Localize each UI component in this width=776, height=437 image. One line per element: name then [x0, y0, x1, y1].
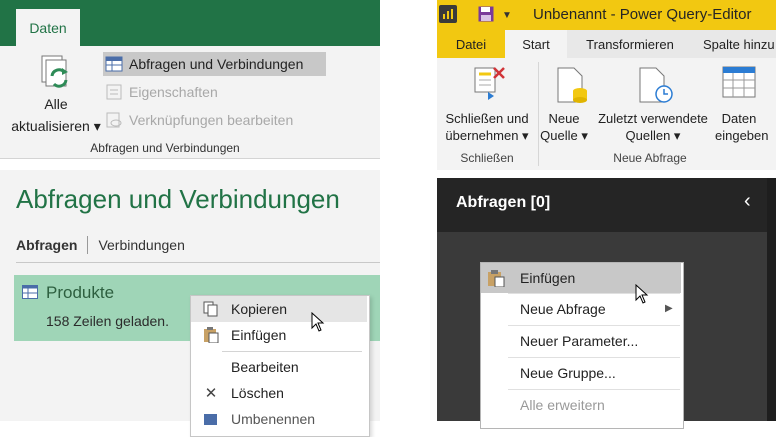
menu-separator: [222, 351, 362, 352]
table-icon: [22, 285, 38, 304]
group-label-close: Schließen: [460, 151, 514, 165]
menu-item-label: Neuer Parameter...: [520, 333, 639, 349]
menu-item-edit[interactable]: Bearbeiten: [191, 354, 367, 380]
tab-datei[interactable]: Datei: [437, 30, 505, 58]
pane-title: Abfragen [0]: [456, 194, 551, 211]
mouse-cursor-icon: [635, 283, 649, 309]
edit-links-button: Verknüpfungen bearbeiten: [103, 108, 315, 132]
refresh-all-dropdown[interactable]: aktualisieren ▾: [6, 118, 106, 135]
tab-connections[interactable]: Verbindungen: [98, 237, 184, 253]
menu-item-new-group[interactable]: Neue Gruppe...: [481, 358, 681, 388]
properties-icon: [105, 83, 123, 101]
tab-queries[interactable]: Abfragen: [16, 237, 77, 253]
menu-item-label: Einfügen: [520, 270, 576, 286]
menu-item-label: Umbenennen: [231, 411, 316, 427]
menu-item-paste[interactable]: Einfügen: [191, 322, 367, 348]
button-label: eingeben: [715, 128, 769, 143]
enter-data-icon[interactable]: [722, 66, 756, 105]
button-label: Schließen und: [445, 111, 529, 126]
menu-item-rename[interactable]: Umbenennen: [191, 406, 367, 432]
menu-item-new-query[interactable]: Neue Abfrage: [481, 294, 681, 324]
button-label: Neue: [548, 111, 580, 126]
menu-item-label: Einfügen: [231, 327, 287, 343]
recent-sources-button[interactable]: Zuletzt verwendete Quellen ▾: [593, 110, 713, 144]
button-label: Zuletzt verwendete: [598, 111, 708, 126]
recent-sources-icon[interactable]: [638, 66, 678, 111]
submenu-arrow-icon: ▶: [665, 303, 673, 314]
rename-icon: [191, 411, 231, 427]
new-source-icon[interactable]: [556, 66, 590, 111]
mouse-cursor-icon: [311, 311, 325, 337]
pane-tabs: Abfragen Verbindungen: [16, 236, 185, 254]
button-label: Daten: [721, 111, 757, 126]
button-label: Quellen ▾: [625, 128, 681, 143]
menu-item-paste[interactable]: Einfügen: [481, 263, 681, 293]
copy-icon: [191, 301, 231, 317]
menu-item-expand-all: Alle erweitern: [481, 390, 681, 420]
delete-icon: ✕: [204, 385, 218, 402]
queries-connections-button[interactable]: Abfragen und Verbindungen: [103, 52, 326, 76]
powerbi-logo-icon: [439, 5, 457, 23]
group-label-new-query: Neue Abfrage: [613, 151, 687, 165]
pane-edge: [767, 178, 776, 421]
tab-daten[interactable]: Daten: [16, 9, 80, 46]
tab-spalte-hinzu[interactable]: Spalte hinzu: [703, 30, 776, 58]
menu-item-label: Neue Abfrage: [520, 301, 606, 317]
menu-item-new-parameter[interactable]: Neuer Parameter...: [481, 326, 681, 356]
properties-label: Eigenschaften: [129, 84, 218, 100]
divider: [16, 262, 380, 263]
ribbon-separator: [538, 62, 539, 166]
collapse-chevron-icon[interactable]: ‹: [744, 190, 751, 213]
button-label: übernehmen ▾: [445, 128, 529, 143]
menu-item-label: Neue Gruppe...: [520, 365, 616, 381]
menu-item-label: Bearbeiten: [231, 359, 299, 375]
tab-transformieren[interactable]: Transformieren: [573, 30, 687, 58]
quick-access-dropdown-icon[interactable]: ▼: [502, 10, 512, 21]
button-label: Quelle ▾: [540, 128, 588, 143]
menu-item-delete[interactable]: ✕ Löschen: [191, 380, 367, 406]
menu-item-label: Kopieren: [231, 301, 288, 317]
table-icon: [105, 55, 123, 73]
close-apply-button[interactable]: Schließen und übernehmen ▾: [441, 110, 533, 144]
menu-item-label: Löschen: [231, 385, 284, 401]
query-name[interactable]: Produkte: [46, 283, 114, 303]
save-icon[interactable]: [478, 6, 494, 27]
refresh-all-icon[interactable]: [38, 54, 78, 101]
ribbon-group-label: Abfragen und Verbindungen: [90, 141, 240, 155]
new-source-button[interactable]: Neue Quelle ▾: [540, 110, 588, 144]
pane-title: Abfragen und Verbindungen: [16, 184, 340, 214]
paste-icon: [487, 269, 505, 290]
properties-button: Eigenschaften: [103, 80, 305, 104]
refresh-all-label[interactable]: Alle: [34, 96, 78, 112]
edit-links-label: Verknüpfungen bearbeiten: [129, 112, 294, 128]
links-icon: [105, 111, 123, 129]
enter-data-button[interactable]: Daten eingeben: [715, 110, 769, 144]
queries-connections-label: Abfragen und Verbindungen: [129, 56, 304, 72]
close-apply-icon[interactable]: [472, 64, 508, 109]
tab-separator: [87, 236, 89, 254]
query-status: 158 Zeilen geladen.: [46, 313, 169, 329]
paste-icon: [191, 327, 231, 343]
menu-item-copy[interactable]: Kopieren: [191, 296, 367, 322]
window-title: Unbenannt - Power Query-Editor: [533, 6, 752, 23]
tab-start[interactable]: Start: [505, 30, 567, 58]
menu-item-label: Alle erweitern: [520, 397, 605, 413]
